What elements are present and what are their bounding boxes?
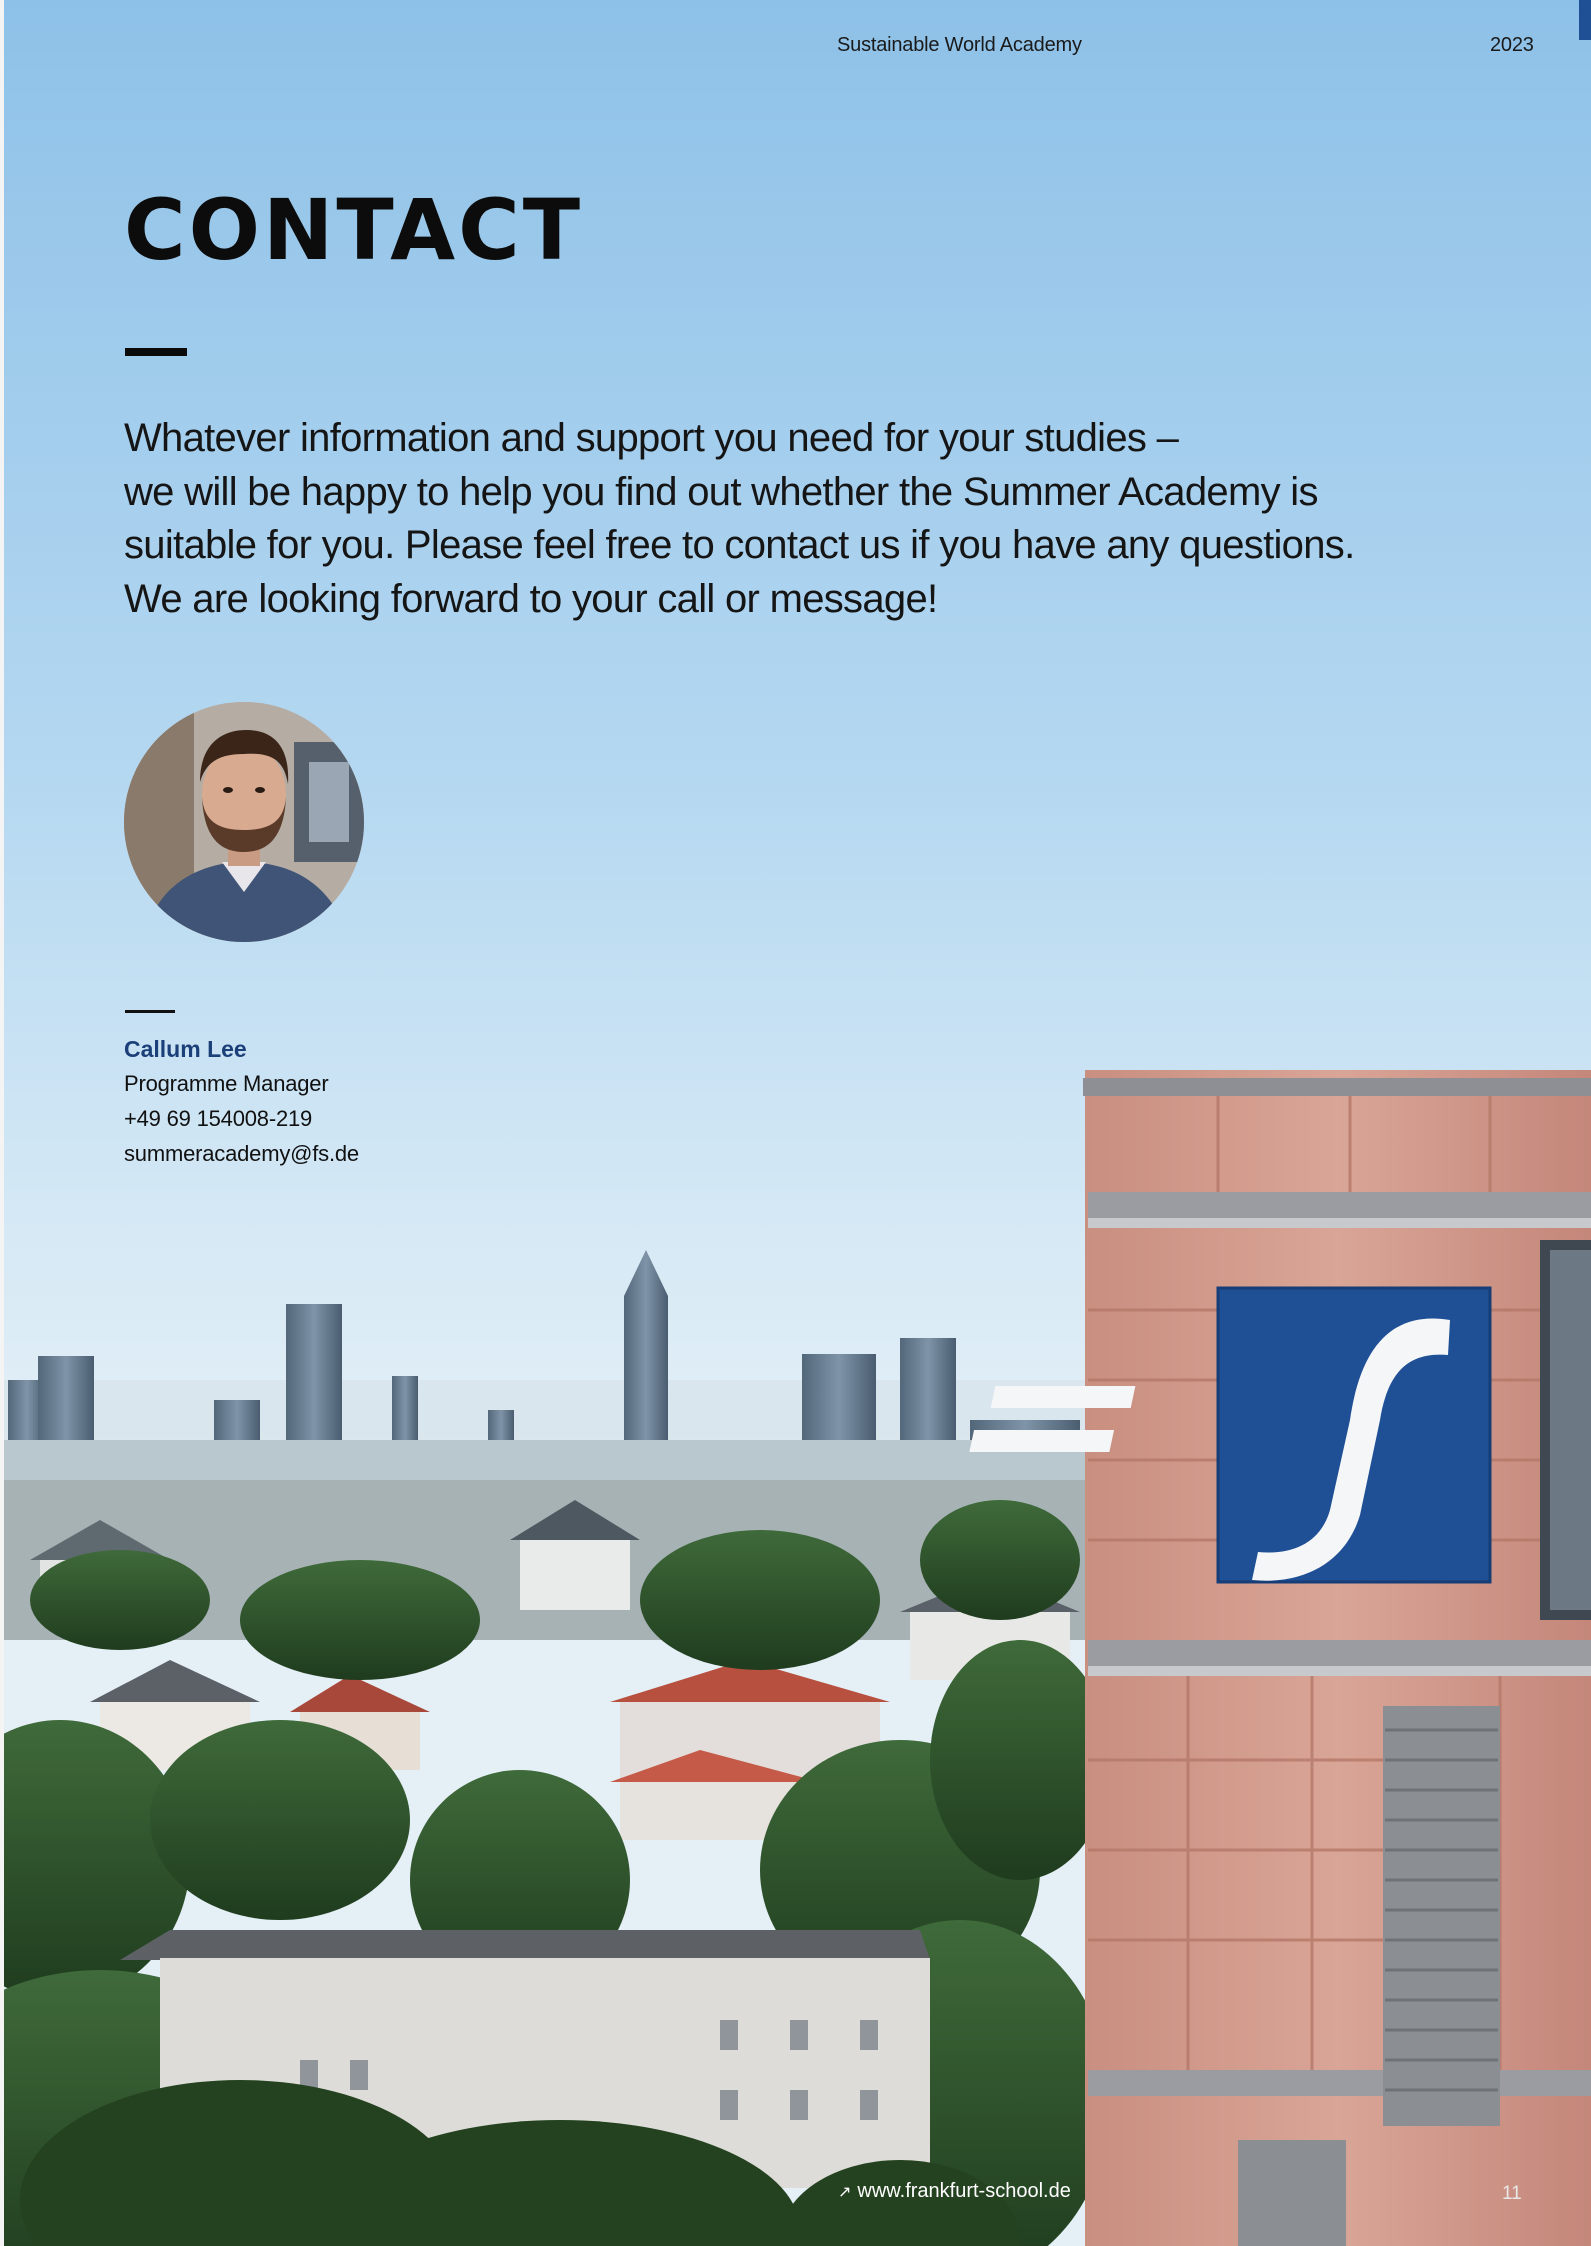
arrow-up-right-icon: ↗ bbox=[838, 2183, 852, 2201]
contact-divider bbox=[125, 1010, 175, 1013]
brochure-page: Sustainable World Academy 2023 CONTACT W… bbox=[0, 0, 1591, 2246]
intro-line: suitable for you. Please feel free to co… bbox=[124, 523, 1355, 567]
running-header-title: Sustainable World Academy bbox=[837, 34, 1082, 56]
website-link-text: www.frankfurt-school.de bbox=[857, 2180, 1071, 2202]
contact-email[interactable]: summeracademy@fs.de bbox=[124, 1141, 359, 1167]
contact-name: Callum Lee bbox=[124, 1036, 247, 1062]
intro-paragraph: Whatever information and support you nee… bbox=[124, 412, 1355, 626]
avatar bbox=[124, 702, 364, 942]
portrait-photo bbox=[124, 702, 364, 942]
contact-role: Programme Manager bbox=[124, 1071, 329, 1096]
title-divider bbox=[125, 348, 187, 356]
intro-line: Whatever information and support you nee… bbox=[124, 416, 1179, 460]
intro-line: we will be happy to help you find out wh… bbox=[124, 469, 1318, 514]
page-title: CONTACT bbox=[124, 181, 584, 279]
intro-line: We are looking forward to your call or m… bbox=[124, 576, 938, 621]
chapter-tab-marker bbox=[1579, 0, 1591, 40]
page-number: 11 bbox=[1502, 2183, 1522, 2204]
website-link[interactable]: ↗ www.frankfurt-school.de bbox=[838, 2180, 1071, 2203]
running-header-year: 2023 bbox=[1490, 34, 1534, 56]
page-edge bbox=[0, 0, 4, 2246]
contact-phone[interactable]: +49 69 154008-219 bbox=[124, 1106, 312, 1132]
